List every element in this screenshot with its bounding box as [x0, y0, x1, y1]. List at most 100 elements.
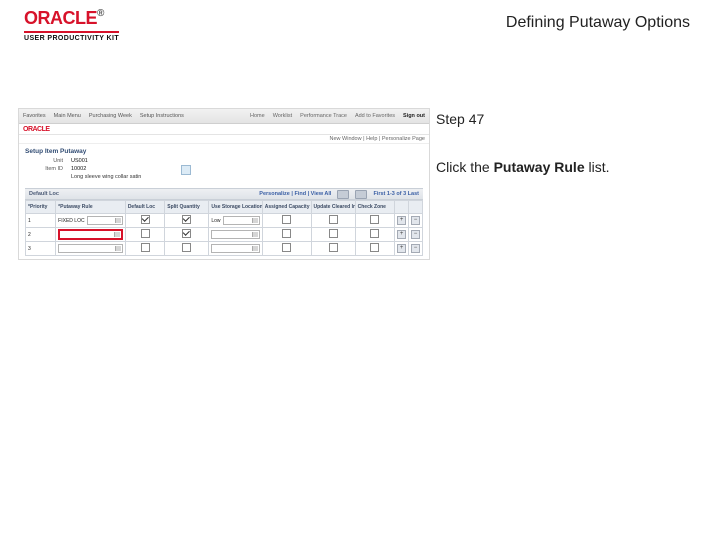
cell-putaway-rule[interactable]	[56, 242, 126, 256]
instruction-text: Click the Putaway Rule list.	[436, 158, 696, 178]
breadcrumb-item[interactable]: Setup Instructions	[140, 113, 184, 119]
col-add	[395, 201, 409, 214]
cell-putaway-rule[interactable]	[56, 228, 126, 242]
checkbox[interactable]	[282, 243, 291, 252]
lookup-icon[interactable]	[181, 165, 191, 175]
app-screenshot: Favorites Main Menu Purchasing Week Setu…	[18, 108, 430, 260]
field-label-itemid: Item ID	[25, 166, 63, 172]
plus-icon[interactable]: +	[397, 244, 406, 253]
cell-storage[interactable]	[209, 242, 262, 256]
page-tools: New Window | Help | Personalize Page	[19, 135, 429, 144]
minus-icon[interactable]: −	[411, 244, 420, 253]
cell-zone[interactable]	[355, 214, 394, 228]
grid-section-bar: Default Loc Personalize | Find | View Al…	[25, 188, 423, 200]
cell-split-qty[interactable]	[165, 242, 209, 256]
tab-home[interactable]: Home	[250, 113, 265, 119]
checkbox[interactable]	[141, 215, 150, 224]
cell-delete-row[interactable]: −	[409, 242, 423, 256]
putaway-rule-dropdown-highlighted[interactable]	[58, 229, 123, 240]
checkbox[interactable]	[182, 215, 191, 224]
cell-default-loc[interactable]	[125, 228, 164, 242]
checkbox[interactable]	[329, 229, 338, 238]
cell-split-qty[interactable]	[165, 214, 209, 228]
oracle-logo: ORACLE®	[24, 8, 104, 29]
table-row: 1 FIXED LOC Low + −	[26, 214, 423, 228]
update-display-button[interactable]: Update/Display	[362, 259, 419, 260]
grid-header-row: *Priority *Putaway Rule Default Loc Spli…	[26, 201, 423, 214]
cell-split-qty[interactable]	[165, 228, 209, 242]
breadcrumb-item[interactable]: Favorites	[23, 113, 46, 119]
step-label: Step 47	[436, 110, 696, 130]
col-default-loc[interactable]: Default Loc	[125, 201, 164, 214]
checkbox[interactable]	[370, 229, 379, 238]
cell-add-row[interactable]: +	[395, 214, 409, 228]
col-priority[interactable]: *Priority	[26, 201, 56, 214]
col-assigned-capacity[interactable]: Assigned Capacity Position	[262, 201, 311, 214]
col-split-quantity[interactable]: Split Quantity	[165, 201, 209, 214]
cell-delete-row[interactable]: −	[409, 228, 423, 242]
dropdown-icon[interactable]	[211, 230, 259, 239]
cell-delete-row[interactable]: −	[409, 214, 423, 228]
dropdown-icon[interactable]	[87, 216, 123, 225]
cell-add-row[interactable]: +	[395, 228, 409, 242]
tab-favorites[interactable]: Add to Favorites	[355, 113, 395, 119]
dropdown-icon[interactable]	[211, 244, 259, 253]
cell-assigned[interactable]	[262, 242, 311, 256]
section-heading: Setup Item Putaway	[25, 148, 423, 155]
checkbox[interactable]	[329, 243, 338, 252]
col-putaway-rule[interactable]: *Putaway Rule	[56, 201, 126, 214]
field-value-itemid: 10002	[71, 166, 86, 172]
grid-nav-links[interactable]: Personalize | Find | View All	[259, 191, 331, 197]
cell-storage[interactable]	[209, 228, 262, 242]
col-check-zone[interactable]: Check Zone	[355, 201, 394, 214]
cell-putaway-rule[interactable]: FIXED LOC	[56, 214, 126, 228]
save-button[interactable]: Save	[29, 259, 62, 260]
checkbox[interactable]	[141, 243, 150, 252]
checkbox[interactable]	[370, 215, 379, 224]
plus-icon[interactable]: +	[397, 216, 406, 225]
cell-update[interactable]	[311, 214, 355, 228]
product-name: USER PRODUCTIVITY KIT	[24, 31, 119, 42]
checkbox[interactable]	[329, 215, 338, 224]
cell-priority[interactable]: 2	[26, 228, 56, 242]
grid-section-label: Default Loc	[29, 191, 59, 197]
notify-button[interactable]: Notify	[66, 259, 100, 260]
cell-priority[interactable]: 1	[26, 214, 56, 228]
cell-zone[interactable]	[355, 242, 394, 256]
plus-icon[interactable]: +	[397, 230, 406, 239]
tab-trace[interactable]: Performance Trace	[300, 113, 347, 119]
cell-assigned[interactable]	[262, 214, 311, 228]
grid-tool-button[interactable]	[355, 190, 367, 199]
grid-range[interactable]: First 1-3 of 3 Last	[373, 191, 419, 197]
cell-priority[interactable]: 3	[26, 242, 56, 256]
col-update-cleared[interactable]: Update Cleared Inventory	[311, 201, 355, 214]
breadcrumb-item[interactable]: Main Menu	[54, 113, 81, 119]
tab-worklist[interactable]: Worklist	[273, 113, 292, 119]
checkbox[interactable]	[282, 215, 291, 224]
breadcrumb-item[interactable]: Purchasing Week	[89, 113, 132, 119]
checkbox[interactable]	[141, 229, 150, 238]
checkbox[interactable]	[282, 229, 291, 238]
cell-update[interactable]	[311, 242, 355, 256]
checkbox[interactable]	[370, 243, 379, 252]
add-button[interactable]: Add	[328, 259, 358, 260]
dropdown-icon[interactable]	[223, 216, 260, 225]
rule-value: FIXED LOC	[58, 218, 84, 224]
cell-assigned[interactable]	[262, 228, 311, 242]
cell-default-loc[interactable]	[125, 242, 164, 256]
grid-tool-button[interactable]	[337, 190, 349, 199]
checkbox[interactable]	[182, 243, 191, 252]
cell-update[interactable]	[311, 228, 355, 242]
page-tools-links[interactable]: New Window | Help | Personalize Page	[330, 136, 426, 142]
checkbox[interactable]	[182, 229, 191, 238]
cell-default-loc[interactable]	[125, 214, 164, 228]
col-use-storage[interactable]: Use Storage Location	[209, 201, 262, 214]
dropdown-icon[interactable]	[58, 244, 123, 253]
cell-storage[interactable]: Low	[209, 214, 262, 228]
minus-icon[interactable]: −	[411, 230, 420, 239]
cell-add-row[interactable]: +	[395, 242, 409, 256]
putaway-grid: *Priority *Putaway Rule Default Loc Spli…	[25, 200, 423, 256]
minus-icon[interactable]: −	[411, 216, 420, 225]
tab-signout[interactable]: Sign out	[403, 113, 425, 119]
cell-zone[interactable]	[355, 228, 394, 242]
